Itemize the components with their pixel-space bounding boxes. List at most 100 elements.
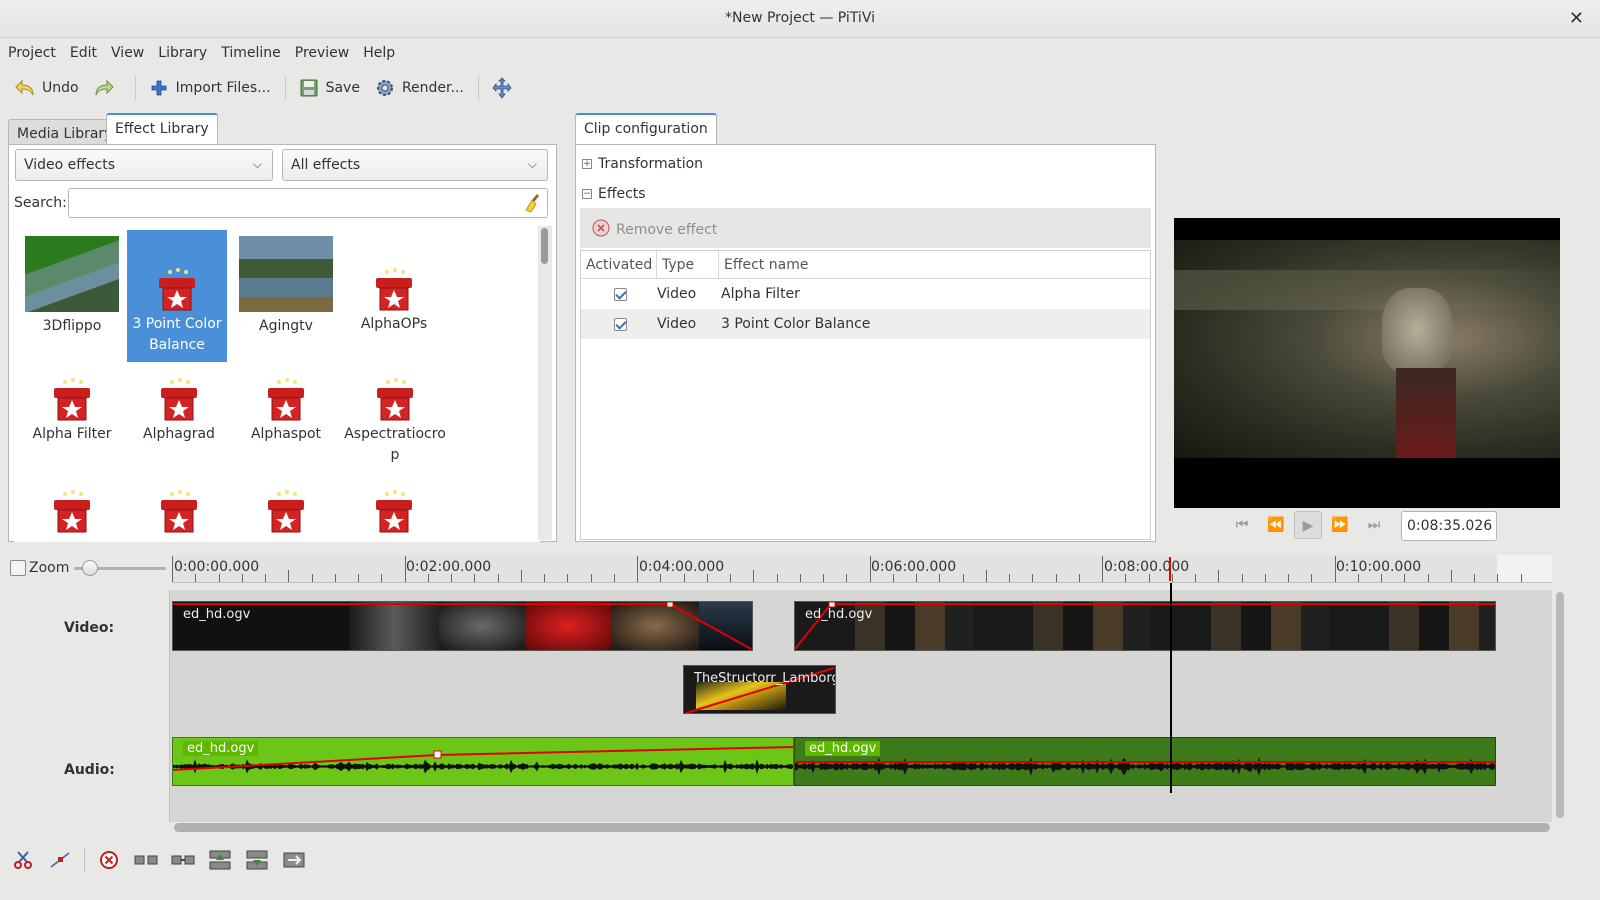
effect-item[interactable]: Alpha Filter — [22, 378, 122, 445]
menu-preview[interactable]: Preview — [295, 45, 350, 61]
column-type[interactable]: Type — [657, 251, 719, 278]
menu-view[interactable]: View — [111, 45, 144, 61]
zoom-label: Zoom — [29, 560, 70, 576]
ruler-tick — [1218, 570, 1220, 582]
effect-item[interactable]: AlphaOPs — [344, 230, 444, 335]
clear-broom-icon[interactable] — [525, 193, 543, 217]
effect-grid-scrollbar[interactable] — [538, 226, 552, 540]
timeline-horizontal-scrollbar[interactable] — [174, 823, 1550, 832]
link-icon[interactable] — [244, 847, 270, 873]
effect-group-value: All effects — [291, 157, 361, 173]
clip-name: ed_hd.ogv — [805, 607, 873, 622]
keyframe-icon[interactable] — [47, 847, 73, 873]
effect-group-combo[interactable]: All effects ⌵ — [282, 149, 548, 181]
playhead-marker[interactable] — [1169, 557, 1171, 581]
video-viewer[interactable] — [1174, 218, 1560, 508]
ruler-tick — [1125, 574, 1127, 582]
gift-icon — [263, 490, 309, 534]
video-clip[interactable]: ed_hd.ogv — [794, 601, 1496, 651]
ruler-tick — [358, 574, 359, 582]
table-row[interactable]: Video Alpha Filter — [581, 279, 1150, 309]
menu-project[interactable]: Project — [8, 45, 56, 61]
effect-item[interactable]: Aspectratiocrop — [344, 378, 446, 466]
effects-expander[interactable]: − Effects — [582, 186, 646, 202]
play-icon[interactable]: ▶ — [1294, 511, 1322, 539]
remove-effect-button[interactable]: Remove effect — [592, 219, 717, 241]
import-files-button[interactable]: Import Files... — [146, 72, 273, 104]
effects-toolbar: Remove effect — [580, 208, 1151, 248]
ruler-tick — [567, 574, 569, 582]
goto-start-icon[interactable]: ⏮ — [1228, 511, 1256, 539]
effect-name: Alpha Filter — [32, 426, 112, 442]
fullscreen-icon — [491, 77, 513, 99]
effect-item[interactable] — [236, 490, 336, 536]
effect-item[interactable]: 3Dflippo — [22, 230, 122, 337]
timeline-vertical-scrollbar[interactable] — [1556, 592, 1564, 818]
search-input[interactable] — [68, 188, 548, 218]
close-icon[interactable]: ✕ — [1569, 8, 1584, 29]
audio-clip[interactable]: ed_hd.ogv — [794, 737, 1496, 786]
menu-timeline[interactable]: Timeline — [221, 45, 281, 61]
effect-category-combo[interactable]: Video effects ⌵ — [15, 149, 273, 181]
goto-end-icon[interactable]: ⏭ — [1360, 511, 1388, 539]
undo-button[interactable]: Undo — [12, 72, 81, 104]
group-icon[interactable] — [170, 847, 196, 873]
timeline-ruler[interactable]: 0:00:00.000 0:02:00.000 0:04:00.000 0:06… — [172, 555, 1552, 583]
render-button[interactable]: Render... — [372, 72, 466, 104]
ruler-tick — [1264, 574, 1266, 582]
ruler-tick — [1195, 574, 1196, 582]
ruler-tick — [311, 574, 313, 582]
ruler-tick — [1078, 574, 1080, 582]
effect-item[interactable] — [344, 490, 444, 536]
zoom-slider[interactable] — [74, 560, 166, 576]
effect-item[interactable] — [129, 490, 229, 536]
delete-icon[interactable] — [96, 847, 122, 873]
ruler-tick — [1032, 574, 1034, 582]
activated-checkbox[interactable] — [614, 317, 627, 331]
ruler-tick — [1241, 574, 1243, 582]
effect-item[interactable]: Alphagrad — [129, 378, 229, 445]
ruler-tick — [939, 574, 941, 582]
unlink-icon[interactable] — [281, 847, 307, 873]
effect-name: 3Dflippo — [42, 318, 102, 334]
align-icon[interactable] — [207, 847, 233, 873]
fast-forward-icon[interactable]: ⏩ — [1326, 511, 1354, 539]
redo-button[interactable] — [91, 72, 123, 104]
clip-name: ed_hd.ogv — [183, 607, 251, 622]
ungroup-icon[interactable] — [133, 847, 159, 873]
rewind-icon[interactable]: ⏪ — [1262, 511, 1290, 539]
column-activated[interactable]: Activated — [581, 251, 657, 278]
ruler-label: 0:10:00.000 — [1336, 559, 1422, 575]
menu-library[interactable]: Library — [158, 45, 207, 61]
table-row[interactable]: Video 3 Point Color Balance — [581, 309, 1150, 339]
window-title: *New Project — PiTiVi — [725, 10, 875, 26]
ruler-tick — [334, 574, 336, 582]
effect-item[interactable]: Agingtv — [236, 230, 336, 337]
activated-checkbox[interactable] — [614, 287, 627, 301]
timecode-display[interactable]: 0:08:35.026 — [1401, 511, 1497, 541]
column-effect-name[interactable]: Effect name — [719, 251, 813, 278]
save-button[interactable]: Save — [296, 72, 362, 104]
transformation-label: Transformation — [598, 156, 704, 172]
main-toolbar: Undo Import Files... Save Render... — [0, 68, 1600, 108]
video-clip[interactable]: ed_hd.ogv — [172, 601, 753, 651]
ruler-tick — [451, 574, 452, 582]
tab-effect-library[interactable]: Effect Library — [106, 113, 218, 145]
zoom-fit-icon[interactable] — [10, 560, 26, 576]
fullscreen-button[interactable] — [489, 72, 521, 104]
scrollbar-thumb[interactable] — [541, 228, 548, 264]
transformation-expander[interactable]: + Transformation — [582, 156, 703, 172]
timeline-playhead[interactable] — [1170, 583, 1172, 793]
menu-help[interactable]: Help — [363, 45, 395, 61]
effect-item[interactable]: Alphaspot — [236, 378, 336, 445]
audio-clip[interactable]: ed_hd.ogv — [172, 737, 794, 786]
ruler-tick — [1520, 574, 1522, 582]
split-scissors-icon[interactable] — [10, 847, 36, 873]
effect-item-selected[interactable]: 3 Point Color Balance — [127, 230, 227, 362]
tab-clip-configuration[interactable]: Clip configuration — [575, 113, 717, 145]
save-label: Save — [325, 80, 360, 96]
video-clip[interactable]: TheStructorr_Lamborghini — [683, 665, 836, 714]
zoom-slider-handle[interactable] — [82, 560, 98, 576]
effect-item[interactable] — [22, 490, 122, 536]
menu-edit[interactable]: Edit — [70, 45, 97, 61]
